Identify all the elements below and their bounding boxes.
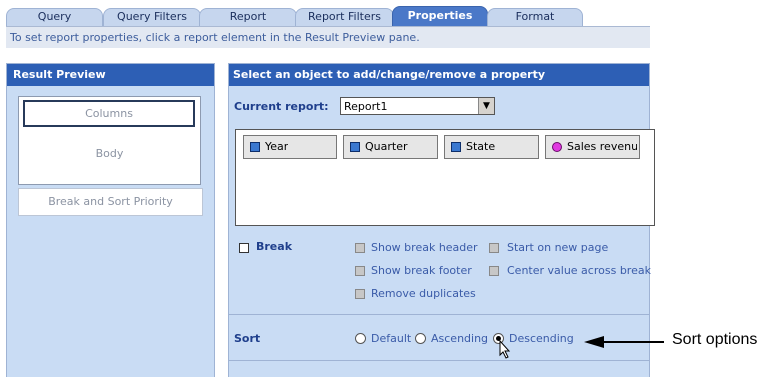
object-label: Sales revenu — [567, 140, 637, 153]
object-year[interactable]: Year — [243, 135, 337, 159]
dimension-icon — [250, 142, 260, 152]
object-quarter[interactable]: Quarter — [343, 135, 438, 159]
remove-duplicates-checkbox[interactable] — [355, 289, 365, 299]
dimension-icon — [451, 142, 461, 152]
remove-duplicates-label: Remove duplicates — [371, 287, 476, 300]
sort-descending-label: Descending — [509, 332, 574, 345]
object-sales-revenue[interactable]: Sales revenu — [545, 135, 640, 159]
result-preview-title: Result Preview — [7, 64, 214, 86]
break-checkbox[interactable] — [239, 243, 249, 253]
start-on-new-page-checkbox[interactable] — [489, 243, 499, 253]
sort-ascending-label: Ascending — [431, 332, 489, 345]
tab-format[interactable]: Format — [487, 8, 583, 26]
object-label: Quarter — [365, 140, 408, 153]
show-break-footer-label: Show break footer — [371, 264, 472, 277]
tab-report[interactable]: Report — [199, 8, 297, 26]
start-on-new-page-label: Start on new page — [507, 241, 609, 254]
preview-columns-element[interactable]: Columns — [23, 100, 195, 127]
tab-query[interactable]: Query — [6, 8, 103, 26]
center-value-checkbox[interactable] — [489, 266, 499, 276]
callout-arrow-icon — [584, 336, 664, 348]
preview-break-sort-priority[interactable]: Break and Sort Priority — [18, 188, 203, 216]
divider — [229, 314, 649, 315]
show-break-header-label: Show break header — [371, 241, 478, 254]
dropdown-arrow-icon[interactable]: ▼ — [478, 98, 494, 114]
tab-bar: Query Query Filters Report Report Filter… — [6, 6, 650, 26]
current-report-label: Current report: — [234, 100, 329, 113]
show-break-footer-checkbox[interactable] — [355, 266, 365, 276]
tab-query-filters[interactable]: Query Filters — [103, 8, 201, 26]
sort-default-radio[interactable] — [355, 333, 366, 344]
info-message: To set report properties, click a report… — [6, 26, 650, 48]
properties-panel: Select an object to add/change/remove a … — [228, 63, 655, 377]
object-drop-zone[interactable]: Year Quarter State Sales revenu — [235, 129, 655, 226]
center-value-label: Center value across break — [507, 264, 651, 277]
break-label: Break — [256, 240, 293, 253]
sort-ascending-radio[interactable] — [415, 333, 426, 344]
current-report-value: Report1 — [344, 100, 388, 113]
sort-default-label: Default — [371, 332, 412, 345]
callout-label: Sort options — [672, 331, 758, 348]
properties-title: Select an object to add/change/remove a … — [229, 64, 649, 86]
result-preview-panel: Result Preview Columns Body Break and So… — [6, 63, 215, 377]
measure-icon — [552, 142, 562, 152]
dimension-icon — [350, 142, 360, 152]
object-state[interactable]: State — [444, 135, 539, 159]
object-label: State — [466, 140, 496, 153]
report-preview-box: Columns Body — [18, 96, 201, 185]
show-break-header-checkbox[interactable] — [355, 243, 365, 253]
tab-properties[interactable]: Properties — [392, 6, 488, 26]
divider — [229, 360, 649, 361]
tab-report-filters[interactable]: Report Filters — [295, 8, 394, 26]
preview-body-element[interactable]: Body — [19, 147, 200, 160]
sort-label: Sort — [234, 332, 261, 345]
mouse-pointer-icon — [499, 340, 511, 359]
current-report-select[interactable]: Report1 ▼ — [340, 97, 495, 115]
object-label: Year — [265, 140, 289, 153]
